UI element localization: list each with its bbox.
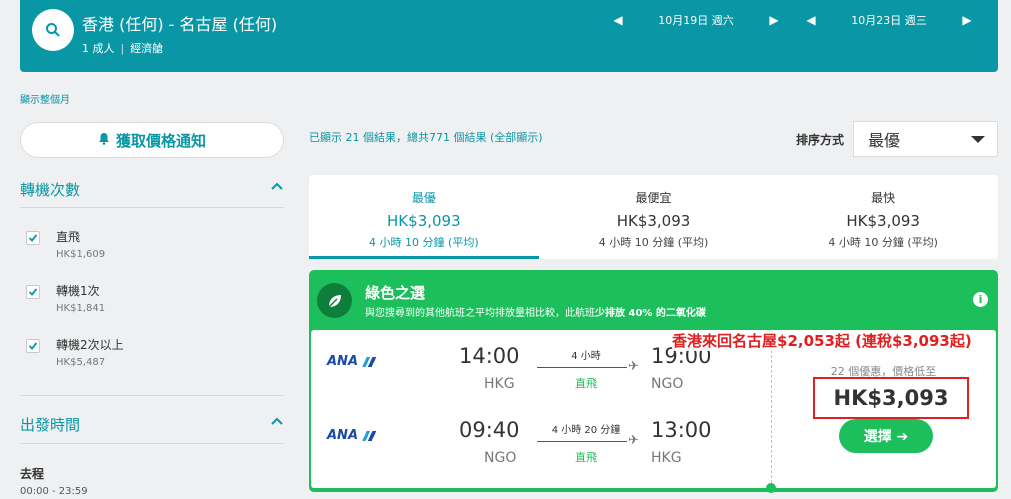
divider — [20, 443, 284, 444]
depart-date-nav: ◀ 10月19日 週六 ▶ — [608, 12, 784, 28]
sort-value: 最優 — [868, 131, 901, 150]
flight-duration: 4 小時 20 分鐘 — [551, 425, 621, 436]
green-desc-highlight: 少排放 40% 的二氧化碳 — [595, 308, 706, 319]
price-highlight: HK$3,093 — [813, 377, 969, 419]
flight-leg-outbound: ANA 14:00 HKG 4 小時 ✈ 直飛 19:00 NGO — [311, 344, 771, 410]
arrival-airport: HKG — [651, 450, 682, 466]
green-title: 綠色之選 — [365, 284, 426, 302]
tab-duration: 4 小時 10 分鐘 (平均) — [369, 236, 479, 249]
airline-name: ANA — [327, 354, 359, 369]
stops-heading: 轉機次數 — [20, 181, 81, 199]
stops-info: 直飛 — [575, 451, 597, 464]
search-summary-bar[interactable]: 香港 (任何) - 名古屋 (任何) 1 成人 | 經濟艙 ◀ 10月19日 週六 … — [20, 0, 998, 72]
promo-annotation: 香港來回名古屋$2,053起 (連稅$3,093起) — [672, 330, 972, 351]
caret-down-icon — [971, 135, 985, 143]
next-depart-date-icon[interactable]: ▶ — [764, 12, 784, 28]
stops-filter-header[interactable]: 轉機次數 — [20, 179, 284, 200]
route-line — [537, 367, 627, 368]
filter-price: HK$1,609 — [56, 249, 106, 260]
return-date-nav: ◀ 10月23日 週三 ▶ — [801, 12, 977, 28]
results-count[interactable]: 已顯示 21 個結果，總共771 個結果 (全部顯示) — [309, 129, 543, 145]
sort-dropdown[interactable]: 最優 — [853, 121, 998, 157]
tab-duration: 4 小時 10 分鐘 (平均) — [598, 236, 709, 249]
flight-details-panel[interactable]: ANA 14:00 HKG 4 小時 ✈ 直飛 19:00 NGO ANA 09… — [311, 325, 996, 493]
checkbox[interactable] — [26, 339, 40, 353]
departure-time: 09:40 — [459, 418, 520, 442]
next-return-date-icon[interactable]: ▶ — [957, 12, 977, 28]
tab-best[interactable]: 最優 HK$3,093 4 小時 10 分鐘 (平均) — [309, 175, 539, 259]
tab-title: 最快 — [871, 191, 896, 205]
tab-cheapest[interactable]: 最便宜 HK$3,093 4 小時 10 分鐘 (平均) — [539, 175, 769, 259]
flight-duration: 4 小時 — [571, 351, 601, 362]
sort-tabs: 最優 HK$3,093 4 小時 10 分鐘 (平均) 最便宜 HK$3,093… — [309, 175, 998, 259]
tab-price: HK$3,093 — [846, 212, 920, 230]
green-choice-card: 綠色之選 與您搜尋到的其他航班之平均排放量相比較，此航班少排放 40% 的二氧化… — [309, 270, 998, 493]
tab-title: 最優 — [411, 191, 436, 205]
tab-title: 最便宜 — [635, 191, 672, 205]
tab-price: HK$3,093 — [616, 212, 691, 230]
divider — [771, 330, 772, 488]
divider-dot — [766, 483, 776, 493]
departure-airport: NGO — [484, 450, 517, 466]
time-filter-header[interactable]: 出發時間 — [20, 414, 284, 435]
show-month-link[interactable]: 顯示整個月 — [20, 91, 70, 106]
chevron-up-icon[interactable] — [270, 414, 284, 428]
return-date[interactable]: 10月23日 週三 — [821, 12, 957, 28]
arrival-airport: NGO — [651, 376, 684, 392]
time-heading: 出發時間 — [20, 416, 81, 434]
route-line — [537, 441, 627, 442]
tab-duration: 4 小時 10 分鐘 (平均) — [828, 236, 938, 249]
green-desc-text: 與您搜尋到的其他航班之平均排放量相比較，此航班 — [365, 308, 595, 319]
price-alert-button[interactable]: 獲取價格通知 — [20, 122, 284, 158]
depart-date[interactable]: 10月19日 週六 — [628, 12, 764, 28]
divider — [20, 207, 284, 208]
filter-price: HK$5,487 — [56, 357, 106, 368]
divider — [20, 395, 284, 396]
plane-icon: ✈ — [628, 433, 639, 448]
filter-label: 轉機1次 — [56, 284, 100, 298]
departure-airport: HKG — [484, 376, 515, 392]
filter-price: HK$1,841 — [56, 303, 106, 314]
check-icon — [28, 342, 38, 350]
prev-return-date-icon[interactable]: ◀ — [801, 12, 821, 28]
tab-price: HK$3,093 — [387, 212, 461, 230]
leaf-icon — [317, 283, 352, 318]
filter-label: 轉機2次以上 — [56, 338, 124, 352]
passenger-cabin: 1 成人 | 經濟艙 — [82, 42, 164, 55]
price-alert-label: 獲取價格通知 — [115, 131, 206, 150]
sort-label: 排序方式 — [796, 133, 845, 147]
tab-fastest[interactable]: 最快 HK$3,093 4 小時 10 分鐘 (平均) — [768, 175, 998, 259]
plane-icon: ✈ — [628, 359, 639, 374]
prev-depart-date-icon[interactable]: ◀ — [608, 12, 628, 28]
airline-logo: ANA — [327, 354, 379, 369]
departure-time: 14:00 — [459, 344, 520, 368]
flight-leg-return: ANA 09:40 NGO 4 小時 20 分鐘 ✈ 直飛 13:00 HKG — [311, 418, 771, 484]
airline-logo: ANA — [327, 428, 379, 443]
cabin-class: 經濟艙 — [130, 42, 164, 55]
outbound-time-range: 00:00 - 23:59 — [20, 486, 88, 497]
airline-stripe-icon — [360, 430, 379, 441]
route-title: 香港 (任何) - 名古屋 (任何) — [82, 15, 278, 34]
filter-label: 直飛 — [56, 230, 81, 244]
passenger-count: 1 成人 — [82, 42, 115, 55]
green-description: 與您搜尋到的其他航班之平均排放量相比較，此航班少排放 40% 的二氧化碳 — [365, 304, 706, 319]
arrival-time: 13:00 — [651, 418, 712, 442]
bell-icon — [98, 131, 110, 149]
checkbox[interactable] — [26, 231, 40, 245]
stops-info: 直飛 — [575, 377, 597, 390]
outbound-label: 去程 — [20, 467, 45, 481]
check-icon — [28, 288, 38, 296]
checkbox[interactable] — [26, 285, 40, 299]
airline-stripe-icon — [360, 356, 379, 367]
chevron-up-icon[interactable] — [270, 179, 284, 193]
check-icon — [28, 234, 38, 242]
search-icon[interactable] — [32, 9, 74, 51]
select-button[interactable]: 選擇 ➔ — [839, 419, 933, 453]
info-icon[interactable]: i — [973, 292, 988, 307]
airline-name: ANA — [327, 428, 359, 443]
